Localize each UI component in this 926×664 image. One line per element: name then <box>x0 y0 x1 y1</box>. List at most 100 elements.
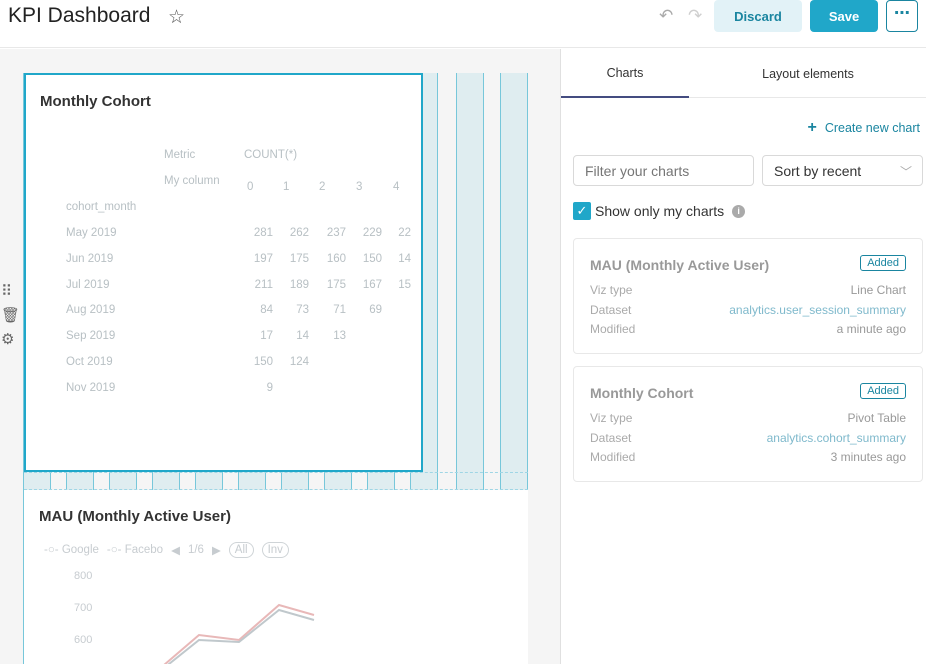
line-series <box>163 603 315 664</box>
y-tick: 800 <box>74 570 93 582</box>
y-tick: 600 <box>74 634 93 646</box>
gear-icon[interactable]: ⚙ <box>1 330 14 348</box>
modified-value: 3 minutes ago <box>830 450 906 464</box>
legend-next-icon[interactable]: ▶ <box>212 543 221 557</box>
pivot-cell: 69 <box>369 304 382 317</box>
chart-picker-panel: Charts Layout elements + Create new chart… <box>560 49 926 664</box>
pivot-row-header: cohort_month <box>66 201 137 213</box>
legend-item-google[interactable]: -○- Google <box>44 544 99 556</box>
viz-type-label: Viz type <box>590 411 633 425</box>
pivot-cell: 167 <box>362 278 382 291</box>
chevron-down-icon: ﹀ <box>899 165 912 179</box>
show-mine-label: Show only my charts <box>595 203 725 219</box>
pivot-cell: 237 <box>326 227 346 239</box>
pivot-row-label: May 2019 <box>66 227 117 239</box>
chart-title: Monthly Cohort <box>40 93 151 110</box>
added-badge: Added <box>860 255 906 271</box>
show-mine-checkbox[interactable]: ✓ <box>573 202 591 220</box>
pivot-row-label: Jun 2019 <box>66 252 114 265</box>
pivot-row-label: Jul 2019 <box>66 278 110 291</box>
pivot-cell: 281 <box>253 227 273 239</box>
card-title: Monthly Cohort <box>590 385 694 401</box>
redo-icon[interactable]: ↷ <box>688 6 702 26</box>
pivot-col-3: 3 <box>356 181 363 193</box>
pivot-cell: 14 <box>398 252 411 265</box>
sort-select[interactable]: Sort by recent ﹀ <box>762 155 923 186</box>
pivot-cell: 160 <box>326 252 346 265</box>
pivot-row-label: Oct 2019 <box>66 356 113 368</box>
pivot-cell: 175 <box>289 252 309 265</box>
dataset-link[interactable]: analytics.user_session_summary <box>729 303 906 317</box>
pivot-cell: 13 <box>333 330 346 343</box>
modified-label: Modified <box>590 450 636 464</box>
pivot-cell: 197 <box>253 252 273 265</box>
dataset-label: Dataset <box>590 431 632 445</box>
create-chart-link[interactable]: + Create new chart <box>807 119 920 137</box>
viz-type-label: Viz type <box>590 283 633 297</box>
legend-page: 1/6 <box>187 544 204 556</box>
dashboard-title[interactable]: KPI Dashboard <box>8 4 150 28</box>
pivot-row-label: Sep 2019 <box>66 330 116 343</box>
chart-monthly-cohort[interactable]: Monthly Cohort Metric COUNT(*) My column… <box>24 73 423 472</box>
pivot-cell: 15 <box>398 278 411 291</box>
tab-charts[interactable]: Charts <box>561 49 689 98</box>
dataset-link[interactable]: analytics.cohort_summary <box>767 431 906 445</box>
legend-invert-button[interactable]: Inv <box>261 542 289 558</box>
modified-value: a minute ago <box>836 322 906 336</box>
chart-card[interactable]: Monthly Cohort Added Viz type Pivot Table… <box>573 366 923 482</box>
tab-layout-elements[interactable]: Layout elements <box>689 49 926 98</box>
dataset-label: Dataset <box>590 303 632 317</box>
pivot-metric-label: Metric <box>164 149 196 161</box>
pivot-cell: 229 <box>362 227 382 239</box>
pivot-cell: 71 <box>333 304 346 317</box>
pivot-cell: 73 <box>296 304 309 317</box>
filter-charts-input[interactable] <box>573 155 754 186</box>
info-icon[interactable]: i <box>732 204 746 218</box>
added-badge: Added <box>860 383 906 399</box>
chart-mau[interactable]: MAU (Monthly Active User) -○- Google -○-… <box>24 490 528 664</box>
pivot-col-2: 2 <box>319 181 326 193</box>
pivot-cell: 150 <box>253 356 273 368</box>
star-icon[interactable]: ☆ <box>168 6 185 29</box>
save-button[interactable]: Save <box>810 0 878 32</box>
discard-button[interactable]: Discard <box>714 0 802 32</box>
pivot-column-label: My column <box>164 175 220 187</box>
pivot-cell: 9 <box>266 381 273 394</box>
legend-prev-icon[interactable]: ◀ <box>171 543 180 557</box>
pivot-cell: 189 <box>289 278 309 291</box>
legend-item-facebook[interactable]: -○- Facebo <box>107 544 163 556</box>
modified-label: Modified <box>590 322 636 336</box>
dashboard-canvas: Monthly Cohort Metric COUNT(*) My column… <box>0 49 560 664</box>
card-title: MAU (Monthly Active User) <box>590 257 770 273</box>
chart-title: MAU (Monthly Active User) <box>39 508 231 525</box>
pivot-row-label: Nov 2019 <box>66 381 116 394</box>
drag-handle-icon[interactable]: ⠿ <box>1 282 12 300</box>
undo-icon[interactable]: ↶ <box>659 6 673 26</box>
pivot-cell: 22 <box>398 227 411 239</box>
pivot-cell: 14 <box>296 330 309 343</box>
pivot-cell: 84 <box>260 304 273 317</box>
pivot-cell: 17 <box>260 330 273 343</box>
pivot-cell: 124 <box>289 356 309 368</box>
pivot-cell: 262 <box>289 227 309 239</box>
viz-type-value: Pivot Table <box>847 411 906 425</box>
legend-all-button[interactable]: All <box>228 542 254 558</box>
header: KPI Dashboard ☆ ↶ ↷ Discard Save ⋯ <box>0 0 926 48</box>
pivot-metric-value: COUNT(*) <box>244 149 298 161</box>
trash-icon[interactable]: 🗑 <box>1 306 20 324</box>
plus-icon: + <box>807 119 817 136</box>
viz-type-value: Line Chart <box>850 283 906 297</box>
pivot-cell: 150 <box>362 252 382 265</box>
pivot-col-0: 0 <box>247 181 254 193</box>
pivot-row-label: Aug 2019 <box>66 304 116 317</box>
y-tick: 700 <box>74 602 93 614</box>
more-options-button[interactable]: ⋯ <box>886 0 918 32</box>
pivot-cell: 211 <box>254 278 273 291</box>
pivot-col-4: 4 <box>393 181 400 193</box>
chart-legend: -○- Google -○- Facebo ◀ 1/6 ▶ All Inv <box>44 542 289 558</box>
pivot-cell: 175 <box>326 278 346 291</box>
drop-indicator <box>24 472 528 473</box>
chart-card[interactable]: MAU (Monthly Active User) Added Viz type… <box>573 238 923 354</box>
pivot-col-1: 1 <box>283 181 290 193</box>
panel-tabs: Charts Layout elements <box>561 49 926 98</box>
